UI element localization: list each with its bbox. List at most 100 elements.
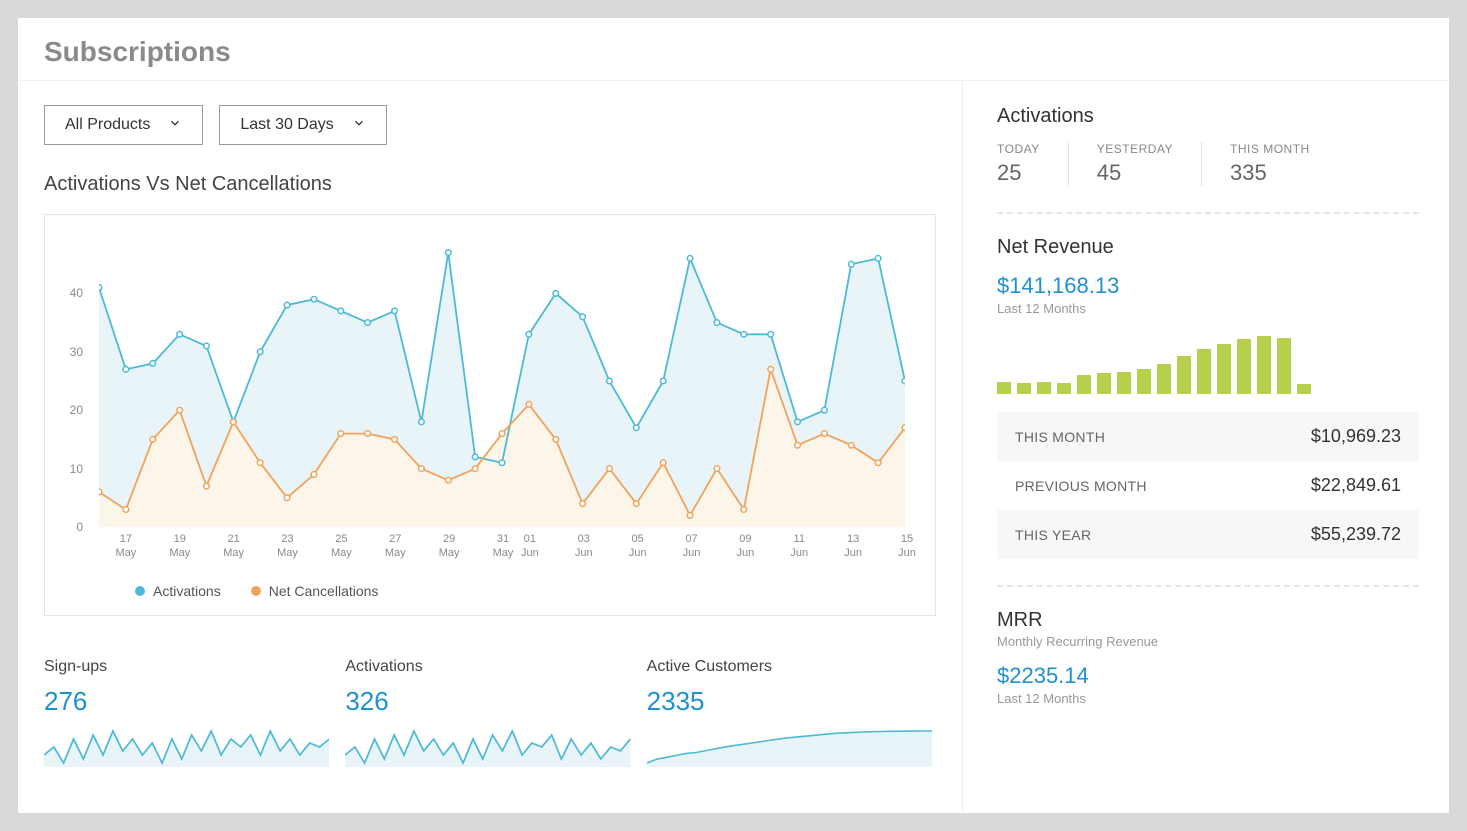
revenue-row-value: $10,969.23	[1311, 426, 1401, 447]
summary-activations-label: Activations	[345, 658, 630, 676]
revenue-bar	[997, 382, 1011, 394]
legend-dot-icon	[135, 586, 145, 596]
revenue-row-label: THIS MONTH	[1015, 429, 1105, 445]
revenue-table: THIS MONTH $10,969.23 PREVIOUS MONTH $22…	[997, 412, 1419, 559]
mrr-sub: Last 12 Months	[997, 691, 1419, 706]
xtick: 13Jun	[844, 533, 862, 561]
chart-plot	[99, 235, 905, 527]
revenue-row-value: $22,849.61	[1311, 475, 1401, 496]
xtick: 21May	[223, 533, 244, 561]
ytick: 0	[76, 520, 83, 534]
revenue-bar	[1277, 338, 1291, 394]
revenue-row-this-year: THIS YEAR $55,239.72	[997, 510, 1419, 559]
ytick: 40	[70, 286, 83, 300]
stat-this-month-value: 335	[1230, 160, 1310, 186]
revenue-bar	[1017, 383, 1031, 394]
summary-activations: Activations 326	[345, 658, 630, 772]
summary-signups-value: 276	[44, 686, 329, 717]
legend-label-activations: Activations	[153, 583, 221, 599]
sparkline-active	[647, 727, 932, 767]
xtick: 01Jun	[521, 533, 539, 561]
xtick: 15Jun	[898, 533, 916, 561]
xtick: 03Jun	[575, 533, 593, 561]
summary-active-value: 2335	[647, 686, 932, 717]
ytick: 30	[70, 345, 83, 359]
legend-item-activations: Activations	[135, 583, 221, 599]
revenue-row-prev-month: PREVIOUS MONTH $22,849.61	[997, 461, 1419, 510]
revenue-bar	[1117, 372, 1131, 394]
stat-today-value: 25	[997, 160, 1040, 186]
stat-today-label: TODAY	[997, 142, 1040, 156]
xtick: 25May	[331, 533, 352, 561]
filter-range-select[interactable]: Last 30 Days	[219, 105, 386, 145]
chart-card: 0 10 20 30 40 17May 19May 21May 23May 25May 27May…	[44, 214, 936, 616]
chevron-down-icon	[352, 116, 366, 135]
ytick: 10	[70, 462, 83, 476]
side-revenue-title: Net Revenue	[997, 236, 1419, 259]
mrr-subtitle: Monthly Recurring Revenue	[997, 634, 1419, 649]
app-frame: Subscriptions All Products Last 30 Days	[18, 18, 1449, 813]
revenue-bar	[1137, 369, 1151, 394]
revenue-row-value: $55,239.72	[1311, 524, 1401, 545]
revenue-bar	[1257, 336, 1271, 394]
sparkline-signups	[44, 727, 329, 767]
xtick: 07Jun	[683, 533, 701, 561]
stat-yesterday-value: 45	[1097, 160, 1173, 186]
xtick: 19May	[169, 533, 190, 561]
xtick: 27May	[385, 533, 406, 561]
filter-range-label: Last 30 Days	[240, 116, 333, 134]
revenue-bar	[1077, 375, 1091, 394]
revenue-bar	[1097, 373, 1111, 394]
stat-this-month-label: THIS MONTH	[1230, 142, 1310, 156]
summary-active: Active Customers 2335	[647, 658, 932, 772]
revenue-row-this-month: THIS MONTH $10,969.23	[997, 412, 1419, 461]
chevron-down-icon	[168, 116, 182, 135]
page-title: Subscriptions	[44, 36, 1423, 68]
revenue-amount: $141,168.13	[997, 273, 1419, 299]
summary-signups: Sign-ups 276	[44, 658, 329, 772]
revenue-bar	[1177, 356, 1191, 394]
xtick: 11Jun	[790, 533, 808, 561]
revenue-bar	[1237, 339, 1251, 394]
revenue-bar	[1057, 383, 1071, 394]
revenue-row-label: PREVIOUS MONTH	[1015, 478, 1147, 494]
chart-xaxis: 17May 19May 21May 23May 25May 27May 29May 31May…	[99, 533, 905, 577]
sparkline-activations	[345, 727, 630, 767]
revenue-row-label: THIS YEAR	[1015, 527, 1091, 543]
filter-product-select[interactable]: All Products	[44, 105, 203, 145]
revenue-bar	[1037, 382, 1051, 394]
side-activations-title: Activations	[997, 105, 1419, 128]
revenue-bar	[1157, 364, 1171, 394]
summary-active-label: Active Customers	[647, 658, 932, 676]
main-panel: All Products Last 30 Days Activations Vs…	[18, 81, 963, 812]
stat-yesterday: YESTERDAY 45	[1068, 142, 1201, 186]
filter-product-label: All Products	[65, 116, 150, 134]
chart-legend: Activations Net Cancellations	[135, 583, 378, 599]
side-panel: Activations TODAY 25 YESTERDAY 45 THIS M…	[963, 81, 1449, 812]
revenue-sub: Last 12 Months	[997, 301, 1419, 316]
xtick: 17May	[116, 533, 137, 561]
revenue-bar-chart	[997, 334, 1419, 394]
legend-item-net-cancellations: Net Cancellations	[251, 583, 379, 599]
divider	[997, 585, 1419, 587]
xtick: 29May	[439, 533, 460, 561]
activation-stats: TODAY 25 YESTERDAY 45 THIS MONTH 335	[997, 142, 1419, 186]
chart-title: Activations Vs Net Cancellations	[44, 173, 962, 196]
chart-yaxis: 010203040	[45, 235, 89, 527]
page-header: Subscriptions	[18, 18, 1449, 81]
stat-yesterday-label: YESTERDAY	[1097, 142, 1173, 156]
summary-activations-value: 326	[345, 686, 630, 717]
xtick: 09Jun	[737, 533, 755, 561]
stat-this-month: THIS MONTH 335	[1201, 142, 1338, 186]
xtick: 31May	[493, 533, 514, 561]
ytick: 20	[70, 403, 83, 417]
xtick: 23May	[277, 533, 298, 561]
mrr-amount: $2235.14	[997, 663, 1419, 689]
legend-dot-icon	[251, 586, 261, 596]
revenue-bar	[1297, 384, 1311, 394]
revenue-bar	[1217, 344, 1231, 394]
summary-signups-label: Sign-ups	[44, 658, 329, 676]
divider	[997, 212, 1419, 214]
mrr-title: MRR	[997, 609, 1419, 632]
xtick: 05Jun	[629, 533, 647, 561]
